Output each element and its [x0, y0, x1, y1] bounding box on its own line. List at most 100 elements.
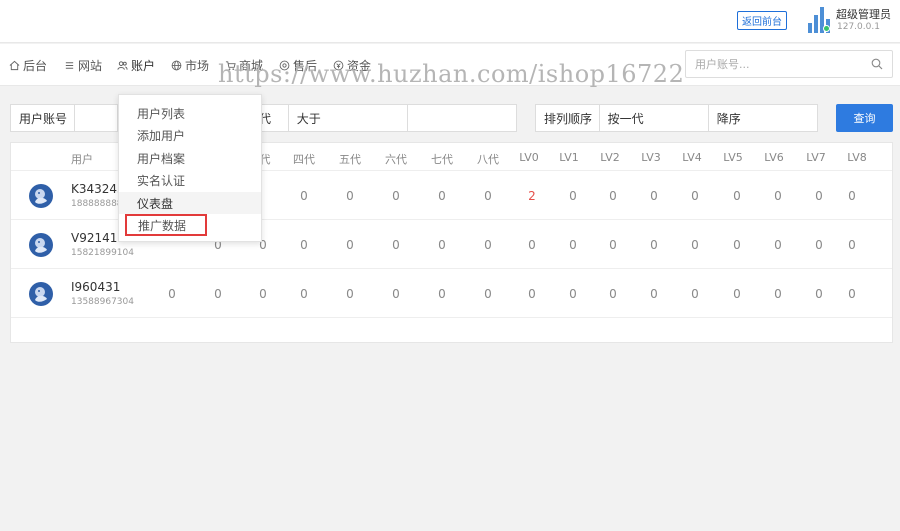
header-cell: 四代 [293, 153, 315, 166]
value-cell: 2 [528, 189, 536, 203]
user-account: K343243 [71, 182, 125, 196]
nav-label: 市场 [185, 59, 210, 73]
menu-item-promotion-data[interactable]: 推广数据 [125, 214, 207, 236]
value-cell: 0 [815, 287, 823, 301]
query-button[interactable]: 查询 [836, 104, 893, 132]
header-cell: LV0 [519, 151, 539, 164]
watermark-text: https://www.huzhan.com/ishop16722 [218, 60, 685, 88]
value-cell: 0 [438, 238, 446, 252]
compare-value-input[interactable] [406, 105, 516, 131]
value-cell: 0 [438, 189, 446, 203]
user-phone: 15821899104 [71, 248, 134, 258]
header-cell: LV3 [641, 151, 661, 164]
value-cell: 0 [392, 287, 400, 301]
value-cell: 0 [848, 238, 856, 252]
value-cell: 0 [392, 189, 400, 203]
account-filter: 用户账号 [10, 104, 118, 132]
value-cell: 0 [650, 189, 658, 203]
value-cell: 0 [168, 287, 176, 301]
value-cell: 0 [569, 287, 577, 301]
menu-item-real-name-auth[interactable]: 实名认证 [119, 169, 261, 191]
value-cell: 0 [650, 287, 658, 301]
value-cell: 0 [300, 287, 308, 301]
value-cell: 0 [733, 238, 741, 252]
value-cell: 0 [650, 238, 658, 252]
sort-by-select[interactable]: 按一代 [598, 105, 708, 131]
value-cell: 0 [691, 287, 699, 301]
value-cell: 0 [438, 287, 446, 301]
users-icon [117, 61, 128, 70]
value-cell: 0 [259, 287, 267, 301]
user-account: V921410 [71, 231, 126, 245]
account-filter-label: 用户账号 [19, 111, 68, 126]
avatar [29, 282, 53, 306]
list-icon [65, 62, 74, 69]
avatar [29, 233, 53, 257]
nav-item-account[interactable]: 账户 [117, 57, 155, 74]
value-cell: 0 [609, 287, 617, 301]
value-cell: 0 [815, 189, 823, 203]
value-cell: 0 [815, 238, 823, 252]
value-cell: 0 [528, 238, 536, 252]
header-cell: LV1 [559, 151, 579, 164]
nav-item-backend[interactable]: 后台 [9, 57, 47, 74]
account-search-box [685, 50, 893, 78]
user-account: I960431 [71, 280, 121, 294]
value-cell: 0 [484, 287, 492, 301]
value-cell: 0 [484, 189, 492, 203]
value-cell: 0 [609, 238, 617, 252]
menu-item-dashboard[interactable]: 仪表盘 [119, 192, 261, 214]
value-cell: 0 [774, 287, 782, 301]
value-cell: 0 [569, 238, 577, 252]
globe-icon [171, 60, 182, 71]
home-icon [9, 60, 20, 71]
value-cell: 0 [691, 189, 699, 203]
value-cell: 0 [733, 287, 741, 301]
nav-item-website[interactable]: 网站 [64, 57, 102, 74]
menu-item-add-user[interactable]: 添加用户 [119, 124, 261, 146]
header-cell: 五代 [339, 153, 361, 166]
admin-name[interactable]: 超级管理员 [836, 6, 891, 22]
account-filter-input[interactable] [73, 105, 117, 131]
back-to-frontend-button[interactable]: 返回前台 [737, 11, 787, 30]
value-cell: 0 [214, 287, 222, 301]
avatar [29, 184, 53, 208]
admin-ip: 127.0.0.1 [837, 22, 880, 32]
value-cell: 0 [848, 189, 856, 203]
header-cell: LV2 [600, 151, 620, 164]
value-cell: 0 [774, 238, 782, 252]
compare-select[interactable]: 大于 [287, 105, 407, 131]
value-cell: 0 [733, 189, 741, 203]
nav-label: 网站 [78, 59, 103, 73]
nav-label: 后台 [23, 59, 48, 73]
header-cell: LV7 [806, 151, 826, 164]
header-cell: 七代 [431, 153, 453, 166]
menu-item-user-list[interactable]: 用户列表 [119, 102, 261, 124]
value-cell: 0 [848, 287, 856, 301]
value-cell: 0 [346, 238, 354, 252]
value-cell: 0 [691, 238, 699, 252]
sort-direction-select[interactable]: 降序 [707, 105, 817, 131]
header-cell: LV4 [682, 151, 702, 164]
top-bar: 返回前台 超级管理员 127.0.0.1 [0, 0, 900, 43]
value-cell: 0 [300, 238, 308, 252]
value-cell: 0 [528, 287, 536, 301]
level-compare-filter: 代 大于 [245, 104, 517, 132]
search-icon[interactable] [871, 58, 883, 70]
account-search-input[interactable] [686, 51, 856, 77]
header-cell: 八代 [477, 153, 499, 166]
header-cell: LV8 [847, 151, 867, 164]
account-dropdown-menu: 用户列表 添加用户 用户档案 实名认证 仪表盘 推广数据 [118, 94, 262, 242]
header-cell: 六代 [385, 153, 407, 166]
user-phone: 13588967304 [71, 297, 134, 307]
value-cell: 0 [569, 189, 577, 203]
table-row[interactable]: I960431 13588967304 0 0 0 0 0 0 0 0 0 0 … [11, 269, 892, 318]
value-cell: 0 [300, 189, 308, 203]
menu-item-user-profile[interactable]: 用户档案 [119, 147, 261, 169]
value-cell: 0 [774, 189, 782, 203]
header-user: 用户 [71, 153, 93, 166]
nav-item-market[interactable]: 市场 [171, 57, 209, 74]
sort-label: 排列顺序 [544, 111, 593, 126]
header-cell: LV5 [723, 151, 743, 164]
value-cell: 0 [392, 238, 400, 252]
